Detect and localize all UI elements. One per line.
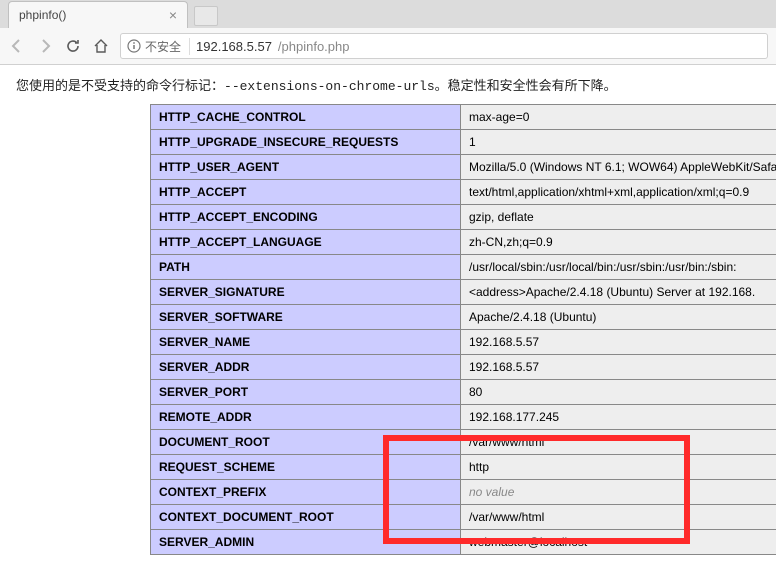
config-key: HTTP_ACCEPT_ENCODING: [151, 205, 461, 230]
table-row: SERVER_SOFTWAREApache/2.4.18 (Ubuntu): [151, 305, 776, 330]
url-host: 192.168.5.57: [196, 39, 272, 54]
config-key: HTTP_CACHE_CONTROL: [151, 105, 461, 130]
back-button[interactable]: [8, 37, 26, 55]
config-key: SERVER_ADDR: [151, 355, 461, 380]
config-value: Apache/2.4.18 (Ubuntu): [461, 305, 776, 330]
browser-chrome: phpinfo() × 不安全 192.168.5.57/phpinfo.php: [0, 0, 776, 65]
config-value: 80: [461, 380, 776, 405]
table-row: HTTP_CACHE_CONTROLmax-age=0: [151, 105, 776, 130]
warning-bar: 您使用的是不受支持的命令行标记：--extensions-on-chrome-u…: [0, 65, 776, 104]
config-value: Mozilla/5.0 (Windows NT 6.1; WOW64) Appl…: [461, 155, 776, 180]
warning-suffix: 。稳定性和安全性会有所下降。: [435, 78, 617, 93]
config-value: text/html,application/xhtml+xml,applicat…: [461, 180, 776, 205]
config-key: SERVER_ADMIN: [151, 530, 461, 555]
config-key: SERVER_PORT: [151, 380, 461, 405]
table-row: HTTP_ACCEPTtext/html,application/xhtml+x…: [151, 180, 776, 205]
config-key: DOCUMENT_ROOT: [151, 430, 461, 455]
config-value: zh-CN,zh;q=0.9: [461, 230, 776, 255]
config-key: CONTEXT_DOCUMENT_ROOT: [151, 505, 461, 530]
table-row: HTTP_USER_AGENTMozilla/5.0 (Windows NT 6…: [151, 155, 776, 180]
reload-button[interactable]: [64, 37, 82, 55]
config-key: REMOTE_ADDR: [151, 405, 461, 430]
config-value: 192.168.5.57: [461, 355, 776, 380]
config-key: REQUEST_SCHEME: [151, 455, 461, 480]
address-bar[interactable]: 不安全 192.168.5.57/phpinfo.php: [120, 33, 768, 59]
config-key: HTTP_ACCEPT: [151, 180, 461, 205]
reload-icon: [65, 38, 81, 54]
config-key: SERVER_SOFTWARE: [151, 305, 461, 330]
tab-bar: phpinfo() ×: [0, 0, 776, 28]
config-value: webmaster@localhost: [461, 530, 776, 555]
info-icon: [127, 39, 141, 53]
config-key: HTTP_ACCEPT_LANGUAGE: [151, 230, 461, 255]
table-row: REMOTE_ADDR192.168.177.245: [151, 405, 776, 430]
table-row: SERVER_ADMINwebmaster@localhost: [151, 530, 776, 555]
table-row: SERVER_SIGNATURE<address>Apache/2.4.18 (…: [151, 280, 776, 305]
toolbar: 不安全 192.168.5.57/phpinfo.php: [0, 28, 776, 64]
phpinfo-table: HTTP_CACHE_CONTROLmax-age=0HTTP_UPGRADE_…: [150, 104, 776, 555]
config-value: 1: [461, 130, 776, 155]
config-value: max-age=0: [461, 105, 776, 130]
table-row: REQUEST_SCHEMEhttp: [151, 455, 776, 480]
table-row: SERVER_PORT80: [151, 380, 776, 405]
table-row: PATH/usr/local/sbin:/usr/local/bin:/usr/…: [151, 255, 776, 280]
insecure-label: 不安全: [145, 38, 181, 55]
config-value: /var/www/html: [461, 430, 776, 455]
table-row: SERVER_NAME192.168.5.57: [151, 330, 776, 355]
table-row: HTTP_ACCEPT_ENCODINGgzip, deflate: [151, 205, 776, 230]
security-indicator[interactable]: 不安全: [127, 38, 190, 55]
config-key: SERVER_NAME: [151, 330, 461, 355]
browser-tab[interactable]: phpinfo() ×: [8, 1, 188, 28]
url-path: /phpinfo.php: [278, 39, 350, 54]
table-row: HTTP_UPGRADE_INSECURE_REQUESTS1: [151, 130, 776, 155]
config-value: no value: [461, 480, 776, 505]
warning-prefix: 您使用的是不受支持的命令行标记：: [16, 78, 224, 93]
new-tab-button[interactable]: [194, 6, 218, 26]
config-value: <address>Apache/2.4.18 (Ubuntu) Server a…: [461, 280, 776, 305]
config-key: PATH: [151, 255, 461, 280]
arrow-right-icon: [37, 38, 53, 54]
config-key: CONTEXT_PREFIX: [151, 480, 461, 505]
table-row: CONTEXT_PREFIXno value: [151, 480, 776, 505]
table-row: SERVER_ADDR192.168.5.57: [151, 355, 776, 380]
table-row: DOCUMENT_ROOT/var/www/html: [151, 430, 776, 455]
config-value: gzip, deflate: [461, 205, 776, 230]
home-icon: [93, 38, 109, 54]
home-button[interactable]: [92, 37, 110, 55]
config-key: SERVER_SIGNATURE: [151, 280, 461, 305]
warning-flag: --extensions-on-chrome-urls: [224, 79, 435, 94]
config-value: 192.168.177.245: [461, 405, 776, 430]
table-row: CONTEXT_DOCUMENT_ROOT/var/www/html: [151, 505, 776, 530]
config-value: 192.168.5.57: [461, 330, 776, 355]
close-icon[interactable]: ×: [169, 7, 177, 23]
config-value: /var/www/html: [461, 505, 776, 530]
config-key: HTTP_UPGRADE_INSECURE_REQUESTS: [151, 130, 461, 155]
config-value: /usr/local/sbin:/usr/local/bin:/usr/sbin…: [461, 255, 776, 280]
arrow-left-icon: [9, 38, 25, 54]
tab-title: phpinfo(): [19, 8, 66, 22]
config-value: http: [461, 455, 776, 480]
forward-button[interactable]: [36, 37, 54, 55]
table-row: HTTP_ACCEPT_LANGUAGEzh-CN,zh;q=0.9: [151, 230, 776, 255]
config-key: HTTP_USER_AGENT: [151, 155, 461, 180]
page-content: HTTP_CACHE_CONTROLmax-age=0HTTP_UPGRADE_…: [0, 104, 776, 555]
